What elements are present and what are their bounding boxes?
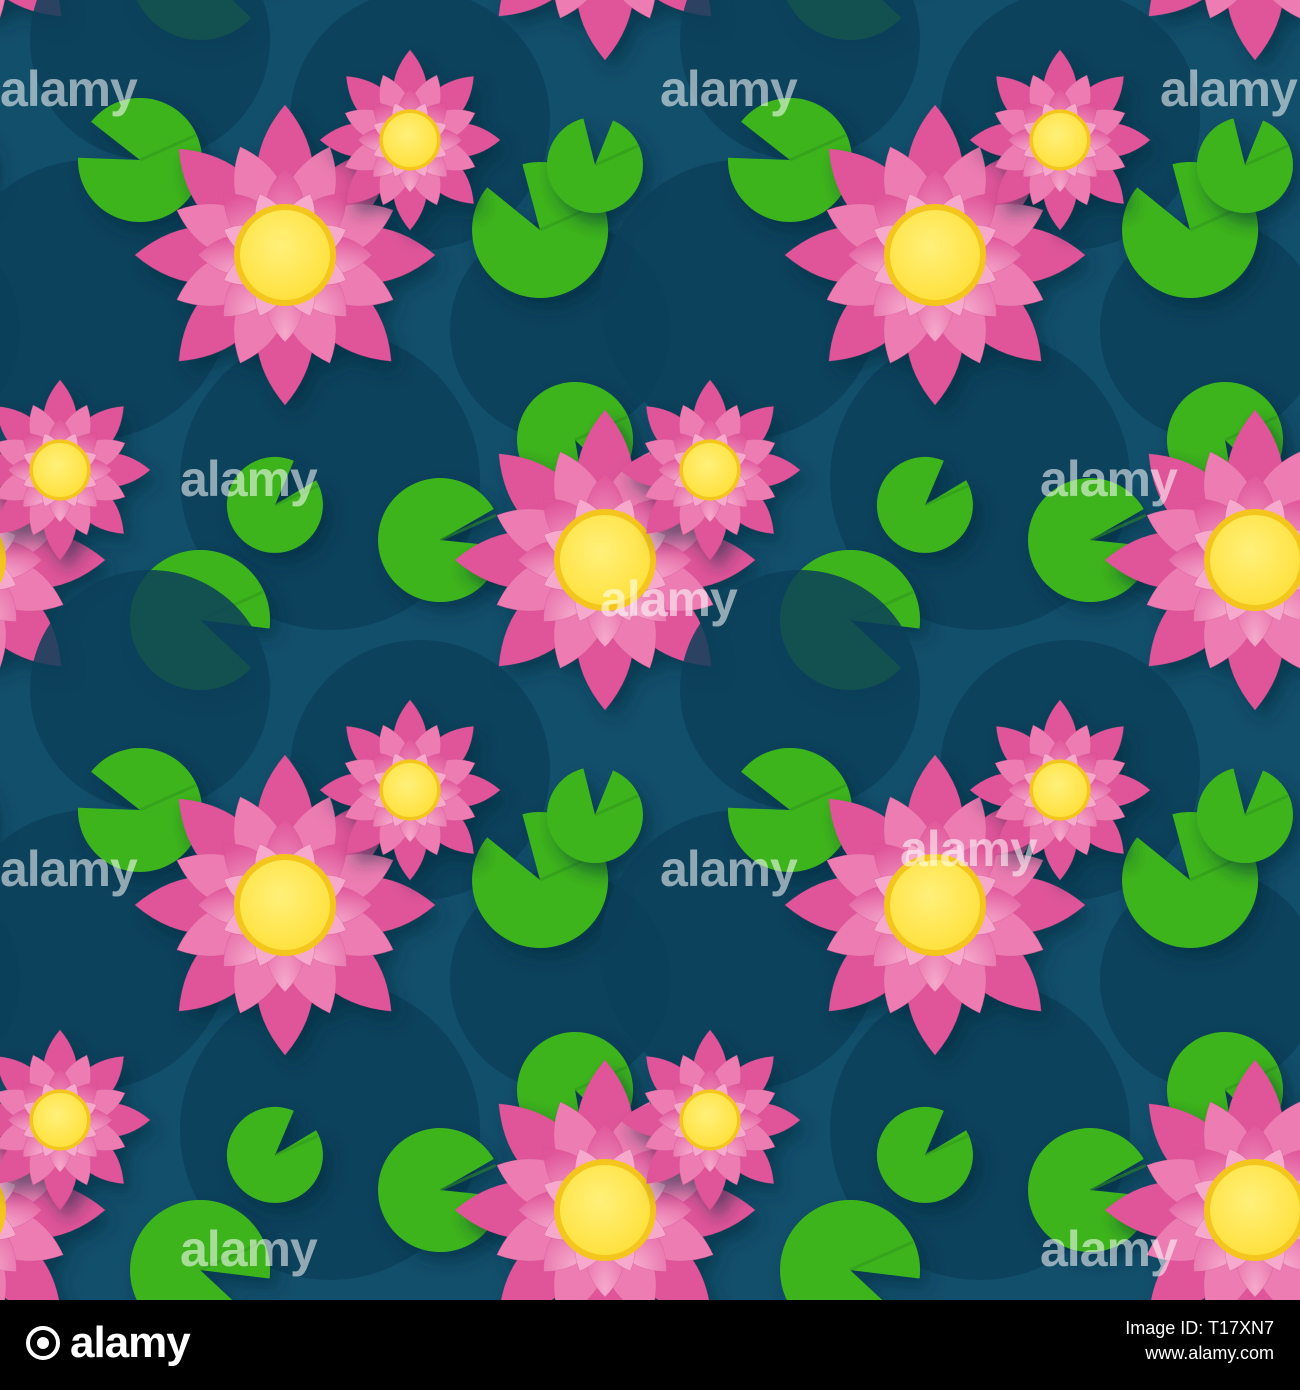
lotus-flower: [319, 49, 501, 231]
image-id-label: Image ID:: [1125, 1318, 1204, 1338]
flower-center: [560, 1165, 650, 1255]
image-id-line: Image ID: T17XN7: [1125, 1316, 1274, 1340]
flower-center: [1210, 515, 1300, 605]
lotus-flower: [969, 699, 1151, 881]
image-id-value: T17XN7: [1207, 1318, 1274, 1338]
logo-text: alamy: [70, 1318, 191, 1367]
flower-center: [383, 763, 437, 817]
flower-center: [33, 1093, 87, 1147]
flower-center: [383, 113, 437, 167]
flower-center: [683, 1093, 737, 1147]
flower-center: [683, 443, 737, 497]
stock-image-frame: alamy alamy alamy alamy alamy alamy alamy alamy…: [0, 0, 1300, 1390]
site-url: www.alamy.com: [1145, 1343, 1274, 1363]
flower-center: [1210, 1165, 1300, 1255]
lotus-flower: [969, 49, 1151, 231]
image-info: Image ID: T17XN7 www.alamy.com: [1125, 1316, 1274, 1366]
flower-center: [1033, 113, 1087, 167]
flower-center: [1033, 763, 1087, 817]
lotus-flower: [619, 1029, 801, 1211]
flower-center: [560, 515, 650, 605]
flower-center: [33, 443, 87, 497]
lotus-flower: [319, 699, 501, 881]
pattern-canvas: [0, 0, 1300, 1300]
stock-footer-bar: alamy Image ID: T17XN7 www.alamy.com: [0, 1300, 1300, 1390]
flower-center: [240, 210, 330, 300]
alamy-logo: alamy: [26, 1318, 191, 1368]
lotus-flower: [619, 379, 801, 561]
flower-center: [240, 860, 330, 950]
alamy-logo-icon: [26, 1326, 60, 1360]
flower-center: [890, 210, 980, 300]
pattern-image: alamy alamy alamy alamy alamy alamy alamy alamy…: [0, 0, 1300, 1300]
flower-center: [890, 860, 980, 950]
